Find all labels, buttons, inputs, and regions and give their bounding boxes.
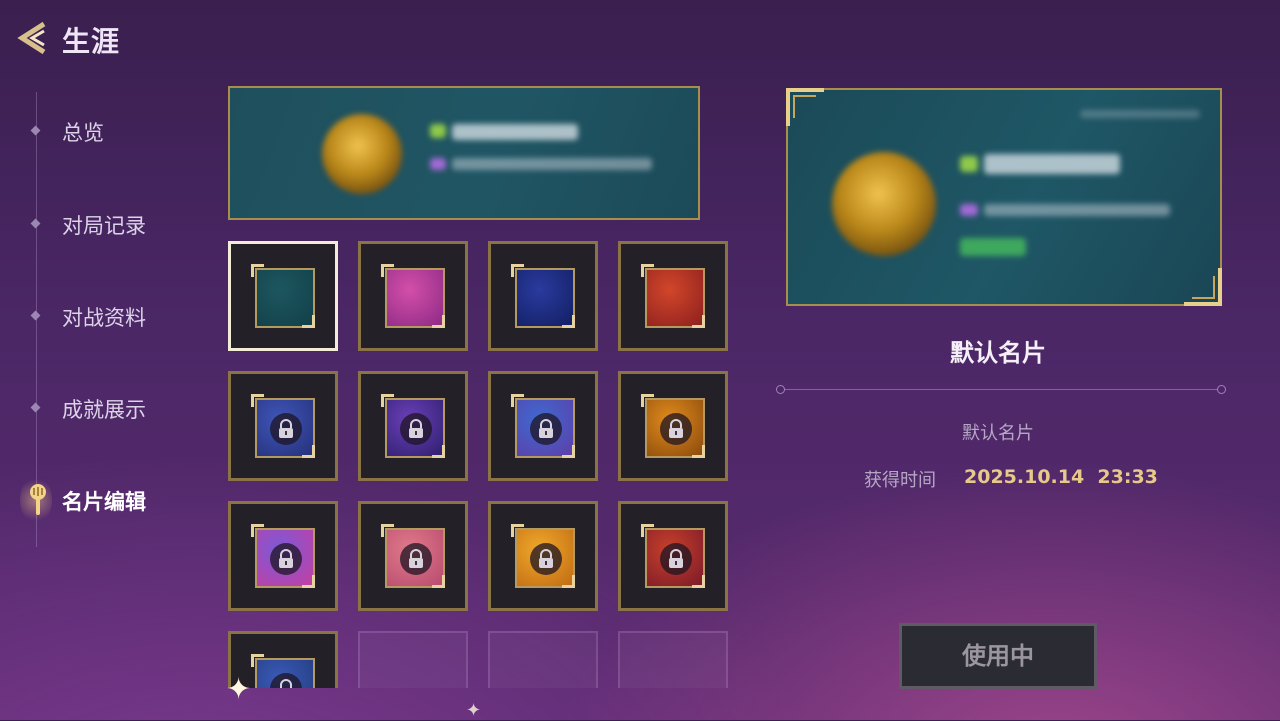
obtained-time-label: 获得时间	[864, 470, 936, 491]
rank-icon	[960, 156, 978, 172]
corner-ornament-icon	[381, 524, 394, 537]
lock-icon	[660, 413, 692, 445]
sidebar-item-match-history[interactable]: 对局记录	[20, 204, 190, 244]
lock-icon	[660, 543, 692, 575]
avatar	[322, 114, 402, 194]
selected-card-preview	[786, 88, 1222, 306]
card-tile-blue[interactable]	[488, 241, 598, 351]
sidebar-item-achievements[interactable]: 成就展示	[20, 388, 190, 428]
avatar	[832, 152, 936, 256]
blurred-status-tag	[960, 238, 1026, 256]
blurred-player-name	[984, 154, 1120, 174]
card-tile-gold[interactable]	[488, 501, 598, 611]
card-preview-banner	[228, 86, 700, 220]
lock-icon	[530, 543, 562, 575]
card-tile-blue-dragon[interactable]	[228, 371, 338, 481]
corner-ornament-icon	[302, 315, 315, 328]
obtained-time-value: 2025.10.14 23:33	[964, 466, 1158, 488]
sidebar-item-label: 总览	[62, 121, 104, 145]
card-tile-ocean-swirl[interactable]	[488, 371, 598, 481]
page-title: 生涯	[62, 25, 121, 58]
corner-ornament-icon	[562, 445, 575, 458]
corner-ornament-icon	[692, 315, 705, 328]
bullet-icon	[30, 125, 41, 136]
corner-ornament-icon	[432, 575, 445, 588]
sparkle-icon: ✦	[466, 700, 482, 721]
corner-ornament-icon	[251, 394, 264, 407]
back-button[interactable]	[14, 18, 54, 58]
sidebar-item-label: 对战资料	[62, 306, 146, 330]
card-tile-red[interactable]	[618, 241, 728, 351]
blurred-player-info	[452, 158, 652, 170]
card-tile-amber[interactable]	[618, 371, 728, 481]
sidebar-item-battle-stats[interactable]: 对战资料	[20, 296, 190, 336]
corner-ornament-icon	[302, 445, 315, 458]
corner-ornament-icon	[302, 575, 315, 588]
corner-ornament-icon	[562, 575, 575, 588]
card-tile-violet-cosmic[interactable]	[358, 371, 468, 481]
corner-ornament-icon	[562, 315, 575, 328]
empty-card-slot	[358, 631, 468, 688]
sidebar-item-label: 对局记录	[62, 214, 146, 238]
corner-ornament-icon	[251, 264, 264, 277]
corner-ornament-icon	[641, 264, 654, 277]
sidebar-item-overview[interactable]: 总览	[20, 111, 190, 151]
lock-icon	[400, 543, 432, 575]
lock-icon	[530, 413, 562, 445]
bullet-icon	[30, 310, 41, 321]
card-tile-pink-music[interactable]	[358, 241, 468, 351]
corner-ornament-icon	[511, 524, 524, 537]
corner-ornament-icon	[432, 445, 445, 458]
blurred-player-name	[452, 124, 578, 140]
card-tile-crimson-fox[interactable]	[618, 501, 728, 611]
blurred-player-info	[984, 204, 1170, 216]
card-name: 默认名片	[950, 339, 1046, 367]
corner-ornament-icon	[511, 264, 524, 277]
empty-card-slot	[618, 631, 728, 688]
blurred-id-text	[1080, 110, 1200, 118]
lock-icon	[400, 413, 432, 445]
corner-ornament-icon	[432, 315, 445, 328]
lock-icon	[270, 543, 302, 575]
lock-icon	[270, 413, 302, 445]
bullet-icon	[30, 218, 41, 229]
card-grid	[228, 241, 732, 688]
corner-ornament-icon	[692, 575, 705, 588]
corner-ornament-icon	[511, 394, 524, 407]
divider	[776, 385, 1226, 394]
in-use-button[interactable]: 使用中	[899, 623, 1097, 689]
corner-ornament-icon	[1184, 268, 1222, 306]
sparkle-icon: ✦	[226, 672, 252, 707]
card-tile-teal[interactable]	[228, 241, 338, 351]
chevron-left-icon	[17, 21, 46, 55]
corner-ornament-icon	[381, 264, 394, 277]
pin-icon	[30, 484, 46, 515]
badge-icon	[960, 204, 978, 216]
card-tile-purple-pink[interactable]	[228, 501, 338, 611]
corner-ornament-icon	[692, 445, 705, 458]
sidebar-item-label: 成就展示	[62, 398, 146, 422]
corner-ornament-icon	[251, 524, 264, 537]
corner-ornament-icon	[381, 394, 394, 407]
sidebar-item-card-edit[interactable]: 名片编辑	[20, 475, 190, 525]
card-tile-rose-pink[interactable]	[358, 501, 468, 611]
rank-icon	[430, 124, 446, 138]
corner-ornament-icon	[251, 654, 264, 667]
corner-ornament-icon	[641, 524, 654, 537]
sidebar-item-label: 名片编辑	[62, 490, 146, 514]
bullet-icon	[30, 402, 41, 413]
card-description: 默认名片	[962, 423, 1034, 444]
corner-ornament-icon	[786, 88, 824, 126]
empty-card-slot	[488, 631, 598, 688]
corner-ornament-icon	[641, 394, 654, 407]
badge-icon	[430, 158, 446, 170]
